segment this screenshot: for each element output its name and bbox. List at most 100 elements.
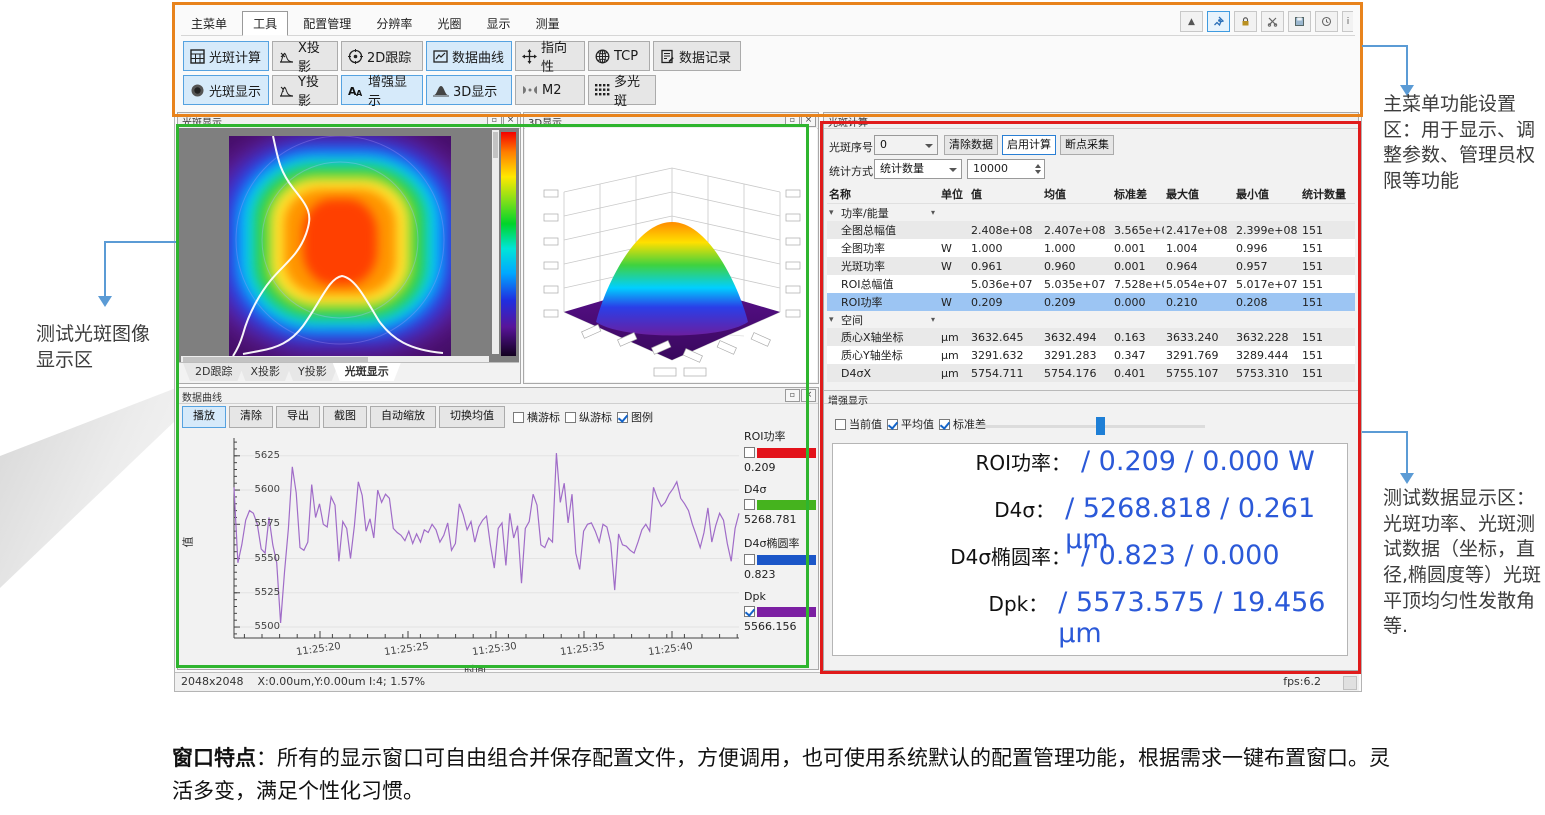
legend-checkbox[interactable] bbox=[744, 499, 755, 510]
cut-button[interactable] bbox=[1261, 11, 1284, 32]
menu-tab-config[interactable]: 配置管理 bbox=[293, 12, 361, 35]
menu-tab-resolution[interactable]: 分辨率 bbox=[366, 12, 422, 35]
3d-panel-titlebar[interactable]: 3D显示 ▫ × bbox=[524, 113, 818, 129]
group-filter-icon[interactable]: ▾ bbox=[931, 315, 961, 324]
checkbox-option[interactable]: 平均值 bbox=[887, 416, 934, 432]
table-header-cell[interactable]: 值 bbox=[969, 186, 1042, 202]
checkbox[interactable] bbox=[939, 419, 950, 430]
table-row[interactable]: D4σXμm5754.7115754.1760.4015755.1075753.… bbox=[827, 364, 1355, 382]
toolbar-button-enhanced-display[interactable]: AA 增强显示 bbox=[341, 75, 423, 105]
table-header-cell[interactable]: 最小值 bbox=[1234, 186, 1300, 202]
menu-tab-aperture[interactable]: 光圈 bbox=[427, 12, 471, 35]
menu-tab-tools[interactable]: 工具 bbox=[242, 11, 288, 36]
legend-checkbox[interactable] bbox=[744, 447, 755, 458]
tab-x-projection[interactable]: X投影 bbox=[238, 363, 292, 381]
close-icon[interactable]: × bbox=[503, 114, 518, 127]
clear-button[interactable]: 清除 bbox=[229, 406, 273, 428]
curve-panel-titlebar[interactable]: 数据曲线 ▫ × bbox=[178, 388, 818, 404]
enable-calc-button[interactable]: 启用计算 bbox=[1002, 135, 1056, 155]
table-header-cell[interactable]: 统计数量 bbox=[1300, 186, 1355, 202]
toolbar-button-multi-spot[interactable]: 多光斑 bbox=[588, 75, 656, 105]
checkbox-option[interactable]: 当前值 bbox=[835, 416, 882, 432]
legend-checkbox[interactable] bbox=[744, 554, 755, 565]
toolbar-button-beam-display[interactable]: 光斑显示 bbox=[183, 75, 269, 105]
calc-panel-titlebar[interactable]: 光斑计算 bbox=[824, 113, 1358, 129]
float-icon[interactable]: ▫ bbox=[785, 389, 800, 402]
beam-seq-select[interactable]: 0 bbox=[874, 135, 938, 155]
enhanced-row-label: D4σ： bbox=[833, 494, 1055, 523]
table-header-cell[interactable]: 标准差 bbox=[1112, 186, 1164, 202]
checkbox[interactable] bbox=[513, 412, 524, 423]
menu-tab-main[interactable]: 主菜单 bbox=[181, 12, 237, 35]
close-icon[interactable]: × bbox=[801, 114, 816, 127]
toolbar-button-beam-calc[interactable]: 光斑计算 bbox=[183, 41, 269, 71]
legend-value: 0.823 bbox=[744, 568, 816, 581]
legend-checkbox[interactable] bbox=[744, 606, 755, 617]
checkbox[interactable] bbox=[835, 419, 846, 430]
table-row[interactable]: 全图总幅值2.408e+082.407e+083.565e+052.417e+0… bbox=[827, 221, 1355, 239]
lock-button[interactable] bbox=[1234, 11, 1257, 32]
table-header-cell[interactable]: 均值 bbox=[1042, 186, 1112, 202]
history-button[interactable] bbox=[1315, 11, 1338, 32]
table-group-header[interactable]: ▾功率/能量▾ bbox=[827, 204, 1355, 221]
collapse-button[interactable]: ▲ bbox=[1180, 11, 1203, 32]
toggle-mean-button[interactable]: 切换均值 bbox=[439, 406, 505, 428]
table-row[interactable]: ROI总幅值5.036e+075.035e+077.528e+045.054e+… bbox=[827, 275, 1355, 293]
table-row[interactable]: 质心X轴坐标μm3632.6453632.4940.1633633.240363… bbox=[827, 328, 1355, 346]
table-row[interactable]: ROI功率W0.2090.2090.0000.2100.208151 bbox=[827, 293, 1355, 311]
float-icon[interactable]: ▫ bbox=[487, 114, 502, 127]
3d-plot-area[interactable] bbox=[525, 128, 817, 382]
table-row[interactable]: 全图功率W1.0001.0000.0011.0040.996151 bbox=[827, 239, 1355, 257]
checkbox[interactable] bbox=[617, 412, 628, 423]
tab-beam-display[interactable]: 光斑显示 bbox=[333, 363, 401, 381]
legend-item: ROI功率0.209 bbox=[744, 428, 816, 474]
toolbar-button-tcp[interactable]: TCP bbox=[588, 41, 650, 71]
toolbar-button-y-projection[interactable]: Y投影 bbox=[272, 75, 338, 105]
export-button[interactable]: 导出 bbox=[276, 406, 320, 428]
play-button[interactable]: 播放 bbox=[182, 406, 226, 428]
toolbar-button-data-curve[interactable]: 数据曲线 bbox=[426, 41, 512, 71]
float-icon[interactable]: ▫ bbox=[785, 114, 800, 127]
stat-count-spinner[interactable]: 10000 bbox=[967, 159, 1045, 179]
table-header-cell[interactable]: 名称 bbox=[827, 186, 939, 202]
tab-y-projection[interactable]: Y投影 bbox=[286, 363, 339, 381]
table-row[interactable]: 光斑功率W0.9610.9600.0010.9640.957151 bbox=[827, 257, 1355, 275]
beam-panel-titlebar[interactable]: 光斑显示 ▫ × bbox=[178, 113, 520, 129]
save-button[interactable] bbox=[1288, 11, 1311, 32]
opacity-slider-handle[interactable] bbox=[1096, 417, 1105, 435]
breakpoint-button[interactable]: 断点采集 bbox=[1060, 135, 1114, 155]
table-header-cell[interactable]: 单位 bbox=[939, 186, 969, 202]
resize-grip[interactable] bbox=[1343, 676, 1357, 690]
toolbar-button-m2[interactable]: M2 bbox=[515, 75, 585, 105]
more-button[interactable]: i bbox=[1342, 11, 1353, 32]
enhanced-panel-titlebar[interactable]: 增强显示 bbox=[824, 390, 1358, 404]
checkbox-option[interactable]: 标准差 bbox=[939, 416, 986, 432]
snapshot-button[interactable]: 截图 bbox=[323, 406, 367, 428]
clear-data-button[interactable]: 清除数据 bbox=[944, 135, 998, 155]
vertical-scrollbar[interactable] bbox=[492, 130, 499, 354]
beam-image-area[interactable] bbox=[179, 128, 519, 366]
pin-button[interactable] bbox=[1207, 11, 1230, 32]
checkbox-option[interactable]: 图例 bbox=[617, 409, 653, 425]
opacity-slider-track[interactable] bbox=[977, 425, 1205, 428]
checkbox-option[interactable]: 纵游标 bbox=[565, 409, 612, 425]
close-icon[interactable]: × bbox=[801, 389, 816, 402]
intensity-colorbar bbox=[501, 132, 516, 356]
table-group-header[interactable]: ▾空间▾ bbox=[827, 311, 1355, 328]
menu-tab-display[interactable]: 显示 bbox=[477, 12, 521, 35]
table-row[interactable]: 质心Y轴坐标μm3291.6323291.2830.3473291.769328… bbox=[827, 346, 1355, 364]
auto-zoom-button[interactable]: 自动缩放 bbox=[370, 406, 436, 428]
toolbar-button-3d-display[interactable]: 3D显示 bbox=[426, 75, 512, 105]
toolbar-button-x-projection[interactable]: X投影 bbox=[272, 41, 338, 71]
checkbox[interactable] bbox=[565, 412, 576, 423]
tab-2d-tracking[interactable]: 2D跟踪 bbox=[183, 363, 244, 381]
checkbox-option[interactable]: 横游标 bbox=[513, 409, 560, 425]
toolbar-button-data-record[interactable]: 数据记录 bbox=[653, 41, 741, 71]
group-filter-icon[interactable]: ▾ bbox=[931, 208, 961, 217]
toolbar-button-2d-tracking[interactable]: 2D跟踪 bbox=[341, 41, 423, 71]
checkbox[interactable] bbox=[887, 419, 898, 430]
toolbar-button-pointing[interactable]: 指向性 bbox=[515, 41, 585, 71]
stat-mode-select[interactable]: 统计数量 bbox=[874, 159, 962, 179]
table-header-cell[interactable]: 最大值 bbox=[1164, 186, 1234, 202]
menu-tab-measure[interactable]: 测量 bbox=[526, 12, 570, 35]
